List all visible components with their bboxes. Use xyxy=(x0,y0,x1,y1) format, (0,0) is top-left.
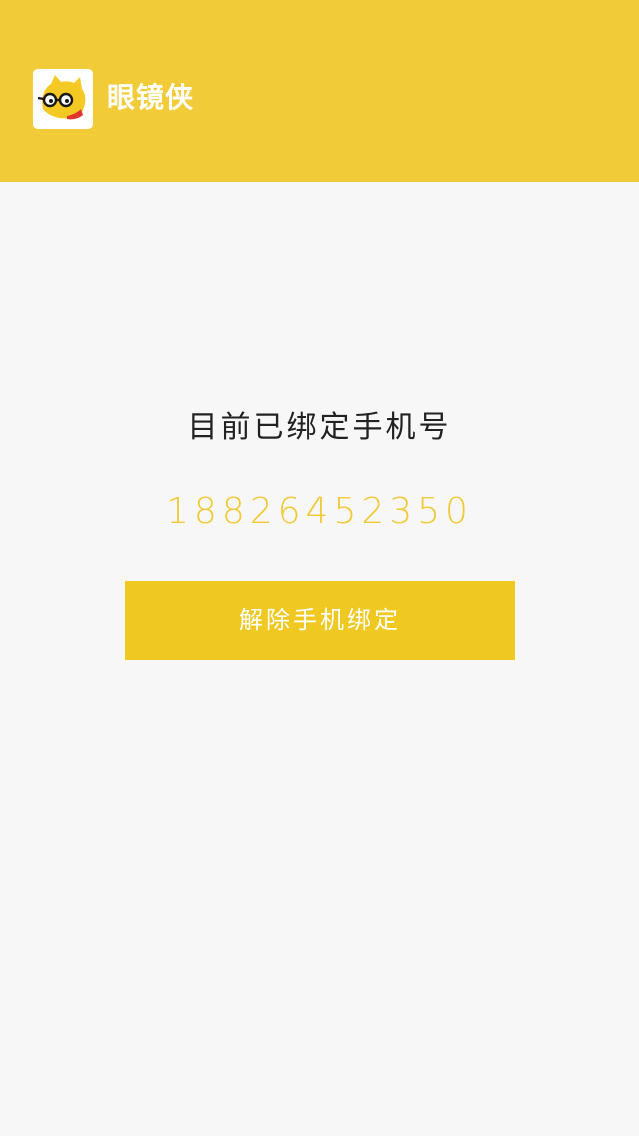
app-header: 眼镜侠 xyxy=(0,0,639,182)
unbind-phone-button[interactable]: 解除手机绑定 xyxy=(125,581,515,660)
bound-phone-number: 18826452350 xyxy=(166,491,473,532)
app-logo-icon xyxy=(33,69,93,129)
brand-name: 眼镜侠 xyxy=(107,81,195,114)
bound-phone-label: 目前已绑定手机号 xyxy=(187,410,452,445)
